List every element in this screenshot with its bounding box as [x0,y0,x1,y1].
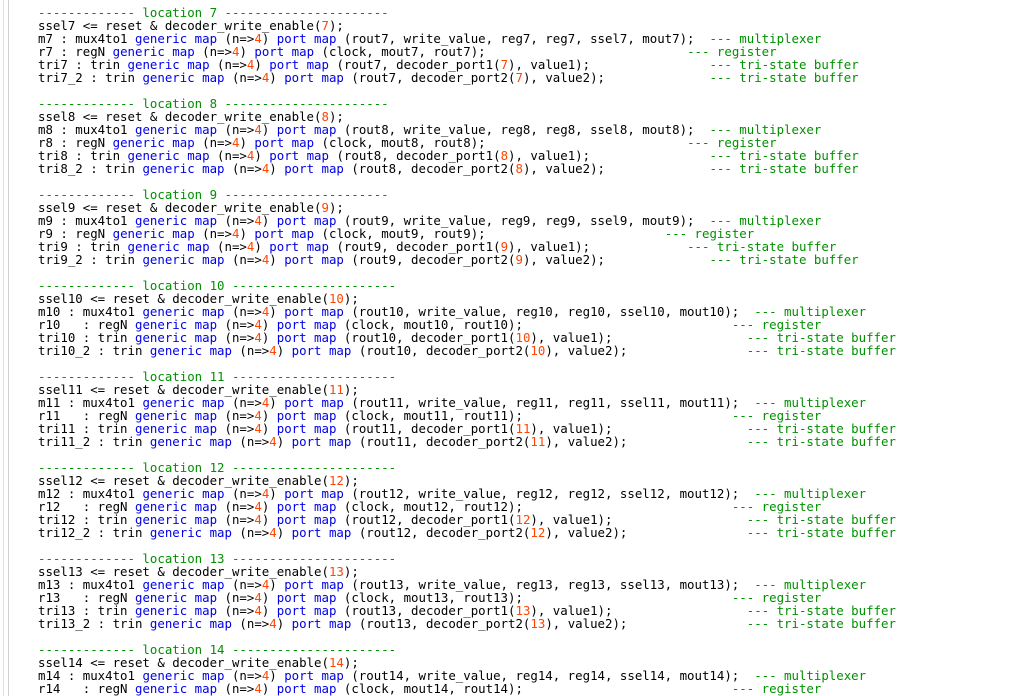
code-text-area[interactable]: ------------- location 7 ---------------… [38,6,896,695]
keyword-token: port map [284,70,344,85]
number-token: 4 [269,616,277,631]
keyword-token: port map [291,343,352,358]
keyword-token: generic map [142,252,225,267]
code-token: ), value2); [522,161,710,176]
code-token: (clock, mout14, rout14); [336,681,732,696]
code-token: ), value2); [545,434,747,449]
comment-token: --- tri-state buffer [746,434,896,449]
code-line[interactable]: tri13_2 : trin generic map (n=>4) port m… [38,617,896,630]
code-token: ) [276,525,292,540]
code-line[interactable]: tri11_2 : trin generic map (n=>4) port m… [38,435,896,448]
code-token: ) [269,252,285,267]
keyword-token: generic map [134,681,218,696]
margin-guide-line [3,0,4,696]
keyword-token: port map [276,681,337,696]
code-token: tri8_2 : trin [38,161,143,176]
keyword-token: generic map [149,343,232,358]
code-token: r14 : regN [38,681,135,696]
code-line[interactable]: tri9_2 : trin generic map (n=>4) port ma… [38,253,896,266]
code-token: (rout10, decoder_port2( [351,343,531,358]
code-token: (n=> [231,616,270,631]
number-token: 10 [530,343,546,358]
number-token: 9 [515,252,523,267]
code-token: tri11_2 : trin [38,434,150,449]
code-token: ), value2); [545,525,747,540]
code-token: (n=> [231,434,270,449]
keyword-token: port map [291,525,352,540]
code-token: (rout8, decoder_port2( [343,161,516,176]
number-token: 13 [530,616,546,631]
number-token: 4 [269,525,277,540]
keyword-token: generic map [142,161,225,176]
number-token: 11 [530,434,546,449]
code-token: (n=> [231,525,270,540]
keyword-token: port map [291,616,352,631]
code-token: ), value2); [522,70,710,85]
code-token: (n=> [224,252,262,267]
keyword-token: generic map [149,525,232,540]
code-token: tri13_2 : trin [38,616,150,631]
comment-token: --- tri-state buffer [746,616,896,631]
code-token: (rout11, decoder_port2( [351,434,531,449]
keyword-token: generic map [149,616,232,631]
code-token: ) [276,616,292,631]
comment-token: --- tri-state buffer [709,252,859,267]
comment-token: --- tri-state buffer [746,525,896,540]
code-token: (rout7, decoder_port2( [343,70,516,85]
code-token: tri9_2 : trin [38,252,143,267]
code-token: ) [269,70,285,85]
keyword-token: port map [284,252,344,267]
comment-token: --- tri-state buffer [709,70,859,85]
code-editor[interactable]: ------------- location 7 ---------------… [0,0,1010,696]
keyword-token: generic map [149,434,232,449]
editor-left-margin [0,0,9,696]
number-token: 4 [254,681,262,696]
code-token: ), value2); [522,252,710,267]
code-token: tri10_2 : trin [38,343,150,358]
number-token: 12 [530,525,546,540]
number-token: 4 [269,434,277,449]
code-token: tri12_2 : trin [38,525,150,540]
code-token: ) [261,681,277,696]
comment-token: --- tri-state buffer [709,161,859,176]
keyword-token: port map [284,161,344,176]
code-token: (rout12, decoder_port2( [351,525,531,540]
code-line[interactable]: tri10_2 : trin generic map (n=>4) port m… [38,344,896,357]
code-token: (rout13, decoder_port2( [351,616,531,631]
code-token: tri7_2 : trin [38,70,143,85]
code-token: (n=> [224,161,262,176]
number-token: 4 [269,343,277,358]
keyword-token: generic map [142,70,225,85]
code-token: (rout9, decoder_port2( [343,252,516,267]
code-token: ) [276,343,292,358]
number-token: 7 [515,70,523,85]
code-line[interactable]: tri12_2 : trin generic map (n=>4) port m… [38,526,896,539]
comment-token: --- register [731,681,822,696]
code-line[interactable]: r14 : regN generic map (n=>4) port map (… [38,682,896,695]
code-token: (n=> [217,681,255,696]
code-line[interactable]: tri7_2 : trin generic map (n=>4) port ma… [38,71,896,84]
code-token: ), value2); [545,616,747,631]
code-token: (n=> [224,70,262,85]
number-token: 8 [515,161,523,176]
code-token: (n=> [231,343,270,358]
code-token: ) [269,161,285,176]
code-token: ), value2); [545,343,747,358]
code-line[interactable]: tri8_2 : trin generic map (n=>4) port ma… [38,162,896,175]
code-token: ) [276,434,292,449]
comment-token: --- tri-state buffer [746,343,896,358]
keyword-token: port map [291,434,352,449]
